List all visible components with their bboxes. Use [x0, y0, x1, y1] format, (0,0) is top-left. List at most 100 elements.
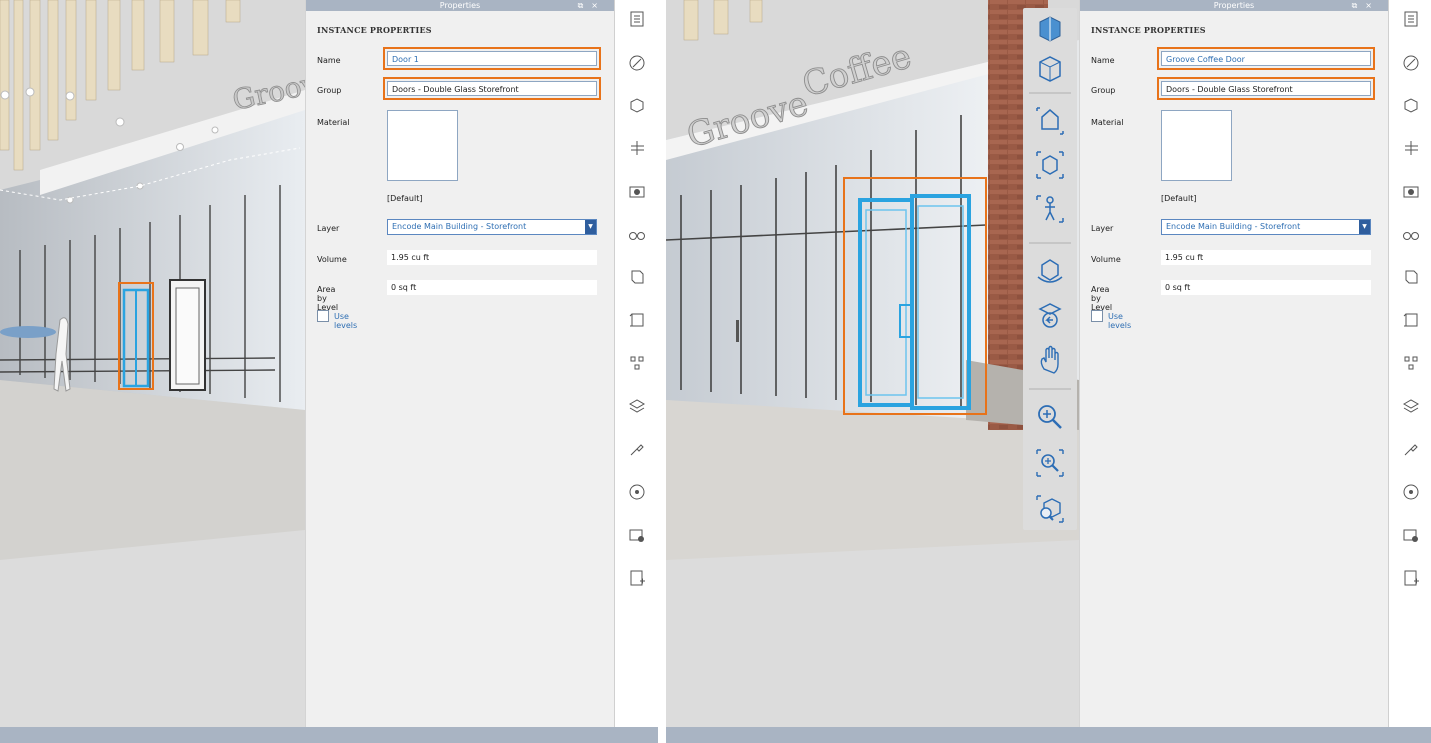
- layer-value: Encode Main Building - Storefront: [1166, 222, 1301, 231]
- volume-label: Volume: [1091, 255, 1121, 264]
- use-levels-label: Use levels: [334, 312, 358, 330]
- storey-icon[interactable]: [626, 309, 648, 331]
- navigation-bar: [1023, 8, 1077, 530]
- close-icon[interactable]: ×: [1365, 1, 1380, 10]
- nav-separator: [1029, 388, 1071, 390]
- properties-icon[interactable]: [626, 8, 648, 30]
- group-label: Group: [1091, 86, 1116, 95]
- layer-label: Layer: [317, 224, 340, 233]
- properties-title: Properties: [1213, 1, 1255, 10]
- pane-divider: [658, 0, 666, 743]
- layers-icon[interactable]: [1400, 395, 1422, 417]
- camera-icon[interactable]: [626, 180, 648, 202]
- camera-icon[interactable]: [1400, 180, 1422, 202]
- model-icon[interactable]: [1400, 266, 1422, 288]
- instance-properties-heading: INSTANCE PROPERTIES: [317, 25, 432, 35]
- side-rail: [614, 0, 658, 727]
- pan-icon[interactable]: [1033, 342, 1067, 376]
- style-icon[interactable]: [1400, 52, 1422, 74]
- status-bar: [0, 727, 658, 743]
- fit-icon[interactable]: [1033, 148, 1067, 182]
- area-field: 0 sq ft: [1161, 280, 1371, 295]
- material-swatch[interactable]: [387, 110, 458, 181]
- look-icon[interactable]: [1033, 298, 1067, 332]
- area-label: Area by Level: [1091, 285, 1113, 312]
- name-field[interactable]: Door 1: [383, 47, 601, 70]
- 3d-viewport[interactable]: Groov: [0, 0, 305, 727]
- plugin-icon[interactable]: [626, 438, 648, 460]
- close-icon[interactable]: ×: [591, 1, 606, 10]
- hierarchy-icon[interactable]: [626, 352, 648, 374]
- properties-titlebar: Properties ⧉×: [306, 0, 614, 11]
- material-label: Material: [1091, 118, 1124, 127]
- material-swatch[interactable]: [1161, 110, 1232, 181]
- chevron-down-icon[interactable]: ▼: [1359, 220, 1370, 234]
- volume-label: Volume: [317, 255, 347, 264]
- section-icon[interactable]: [1400, 137, 1422, 159]
- zoom-selection-icon[interactable]: [1033, 492, 1067, 526]
- style-icon[interactable]: [626, 52, 648, 74]
- selected-door[interactable]: [118, 282, 154, 390]
- right-screenshot-pane: Groove Coffee Properties ⧉× INSTANCE PRO…: [666, 0, 1431, 743]
- view-cube-icon[interactable]: [1400, 94, 1422, 116]
- model-icon[interactable]: [626, 266, 648, 288]
- float-icon[interactable]: ⧉: [1352, 1, 1366, 10]
- nav-separator: [1029, 92, 1071, 94]
- glasses-icon[interactable]: [1400, 223, 1422, 245]
- material-label: Material: [317, 118, 350, 127]
- hierarchy-icon[interactable]: [1400, 352, 1422, 374]
- group-field[interactable]: Doors - Double Glass Storefront: [383, 77, 601, 100]
- use-levels-checkbox[interactable]: [1091, 310, 1103, 322]
- glasses-icon[interactable]: [626, 223, 648, 245]
- material-value: [Default]: [1161, 194, 1197, 203]
- nav-separator: [1029, 242, 1071, 244]
- group-field[interactable]: Doors - Double Glass Storefront: [1157, 77, 1375, 100]
- name-field[interactable]: Groove Coffee Door: [1157, 47, 1375, 70]
- view-cube-icon[interactable]: [626, 94, 648, 116]
- side-rail: [1388, 0, 1431, 727]
- layer-value: Encode Main Building - Storefront: [392, 222, 527, 231]
- use-levels-label: Use levels: [1108, 312, 1132, 330]
- chevron-down-icon[interactable]: ▼: [585, 220, 596, 234]
- walk-icon[interactable]: [1033, 192, 1067, 226]
- group-label: Group: [317, 86, 342, 95]
- export-icon[interactable]: [626, 567, 648, 589]
- use-levels-checkbox[interactable]: [317, 310, 329, 322]
- layer-select[interactable]: Encode Main Building - Storefront ▼: [387, 219, 597, 235]
- home-icon[interactable]: [1033, 104, 1067, 138]
- properties-panel: Properties ⧉× INSTANCE PROPERTIES Name D…: [305, 0, 614, 727]
- 3d-viewport[interactable]: Groove Coffee: [666, 0, 1079, 727]
- layer-select[interactable]: Encode Main Building - Storefront ▼: [1161, 219, 1371, 235]
- properties-titlebar: Properties ⧉×: [1080, 0, 1388, 11]
- zoom-window-icon[interactable]: [1033, 446, 1067, 480]
- area-field: 0 sq ft: [387, 280, 597, 295]
- volume-field: 1.95 cu ft: [1161, 250, 1371, 265]
- visualize-icon[interactable]: [626, 481, 648, 503]
- material-value: [Default]: [387, 194, 423, 203]
- layer-label: Layer: [1091, 224, 1114, 233]
- orbit-icon[interactable]: [1033, 254, 1067, 288]
- layers-icon[interactable]: [626, 395, 648, 417]
- settings-camera-icon[interactable]: [1400, 524, 1422, 546]
- properties-icon[interactable]: [1400, 8, 1422, 30]
- visualize-icon[interactable]: [1400, 481, 1422, 503]
- scene-render: Groove Coffee: [666, 0, 1079, 727]
- name-label: Name: [317, 56, 341, 65]
- float-icon[interactable]: ⧉: [578, 1, 592, 10]
- status-bar: [666, 727, 1431, 743]
- properties-title: Properties: [439, 1, 481, 10]
- export-icon[interactable]: [1400, 567, 1422, 589]
- section-icon[interactable]: [626, 137, 648, 159]
- perspective-icon[interactable]: [1033, 52, 1067, 86]
- zoom-icon[interactable]: [1033, 400, 1067, 434]
- name-label: Name: [1091, 56, 1115, 65]
- volume-field: 1.95 cu ft: [387, 250, 597, 265]
- viewcube-icon[interactable]: [1033, 12, 1067, 46]
- scene-render: Groov: [0, 0, 305, 727]
- properties-panel: Properties ⧉× INSTANCE PROPERTIES Name G…: [1079, 0, 1388, 727]
- settings-camera-icon[interactable]: [626, 524, 648, 546]
- area-label: Area by Level: [317, 285, 339, 312]
- storey-icon[interactable]: [1400, 309, 1422, 331]
- left-screenshot-pane: Groov Properties ⧉× INSTANCE PROPERTIES …: [0, 0, 658, 743]
- plugin-icon[interactable]: [1400, 438, 1422, 460]
